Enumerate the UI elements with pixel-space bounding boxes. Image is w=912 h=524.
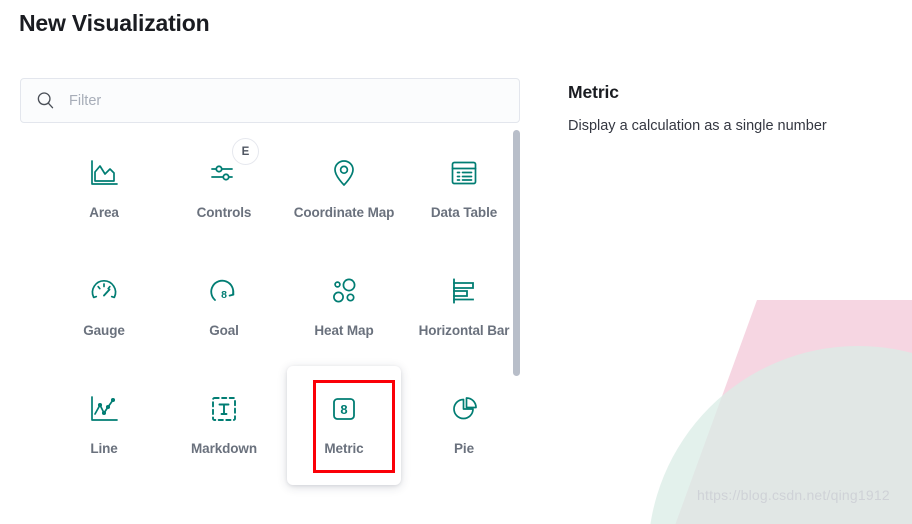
gauge-icon — [83, 270, 125, 312]
vis-item-label: Coordinate Map — [293, 205, 395, 220]
vis-item-pie[interactable]: Pie — [404, 366, 520, 484]
vis-item-horizontal-bar[interactable]: Horizontal Bar — [404, 248, 520, 366]
vis-item-label: Horizontal Bar — [418, 323, 510, 338]
vis-item-label: Area — [89, 205, 119, 220]
goal-icon: 8 — [203, 270, 245, 312]
vis-item-heat-map[interactable]: Heat Map — [284, 248, 404, 366]
vis-item-label: Controls — [196, 205, 252, 220]
grid-scrollbar-track[interactable] — [513, 130, 520, 524]
svg-text:8: 8 — [221, 289, 227, 301]
vis-item-label: Metric — [324, 441, 364, 456]
vis-item-label: Gauge — [83, 323, 125, 338]
page-title: New Visualization — [19, 10, 210, 36]
vis-item-label: Heat Map — [314, 323, 374, 338]
vis-item-label: Data Table — [430, 205, 498, 220]
heat-map-icon — [323, 270, 365, 312]
visualization-detail-panel: Metric Display a calculation as a single… — [568, 80, 898, 137]
markdown-text-icon — [203, 388, 245, 430]
map-pin-icon — [323, 152, 365, 194]
vis-item-metric[interactable]: 8 Metric — [287, 366, 401, 485]
vis-item-area[interactable]: Area — [44, 130, 164, 248]
vis-item-label: Markdown — [191, 441, 257, 456]
grid-scrollbar-thumb[interactable] — [513, 130, 520, 376]
vis-item-markdown[interactable]: Markdown — [164, 366, 284, 484]
sliders-icon: E — [203, 138, 259, 194]
vis-item-label: Goal — [209, 323, 239, 338]
vis-item-controls[interactable]: E Controls — [164, 130, 284, 248]
visualization-grid: Area E Controls Coordinate Map Data Tabl… — [20, 130, 510, 485]
experimental-badge: E — [232, 138, 259, 165]
watermark-text: https://blog.csdn.net/qing1912 — [697, 487, 890, 503]
filter-search-box[interactable] — [20, 78, 520, 123]
vis-item-data-table[interactable]: Data Table — [404, 130, 520, 248]
vis-item-gauge[interactable]: Gauge — [44, 248, 164, 366]
search-input[interactable] — [69, 92, 519, 109]
visualization-grid-scroll-area[interactable]: Area E Controls Coordinate Map Data Tabl… — [20, 130, 520, 524]
svg-text:8: 8 — [340, 402, 347, 417]
vis-item-label: Line — [90, 441, 118, 456]
line-chart-icon — [83, 388, 125, 430]
pie-chart-icon — [443, 388, 485, 430]
vis-item-line[interactable]: Line — [44, 366, 164, 484]
new-visualization-page: New Visualization Filter Area E Controls… — [0, 0, 912, 524]
search-icon — [36, 91, 55, 110]
metric-number-icon: 8 — [323, 388, 365, 430]
detail-title: Metric — [568, 82, 619, 102]
detail-description: Display a calculation as a single number — [568, 118, 827, 134]
horizontal-bar-icon — [443, 270, 485, 312]
area-chart-icon — [83, 152, 125, 194]
data-table-icon — [443, 152, 485, 194]
vis-item-coordinate-map[interactable]: Coordinate Map — [284, 130, 404, 248]
visualization-type-panel: Area E Controls — [20, 78, 520, 524]
vis-item-goal[interactable]: 8 Goal — [164, 248, 284, 366]
vis-item-label: Pie — [454, 441, 474, 456]
